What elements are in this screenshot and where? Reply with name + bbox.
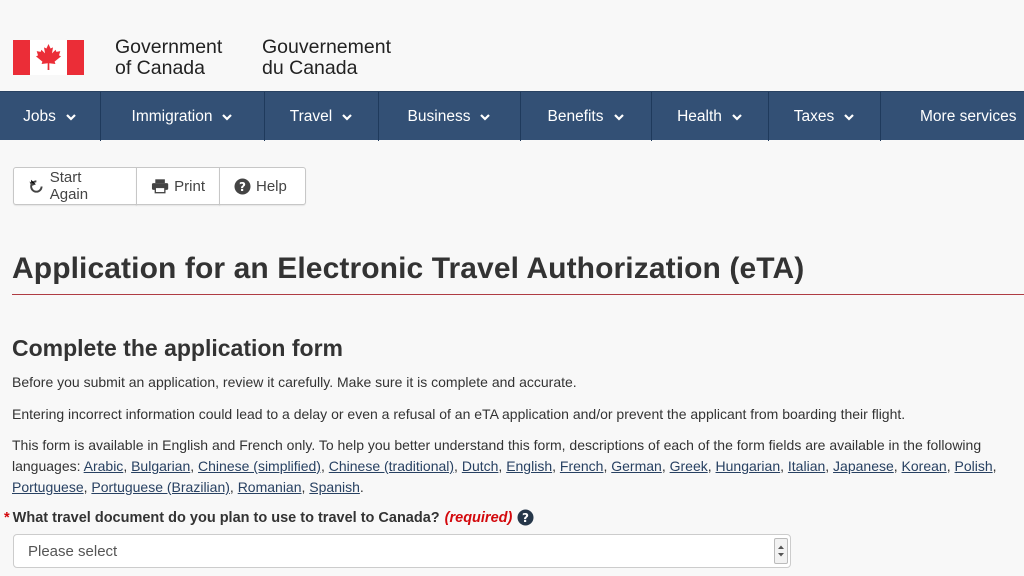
required-tag: (required) (444, 509, 513, 526)
refresh-icon (29, 179, 43, 193)
language-link-greek[interactable]: Greek (670, 458, 708, 474)
nav-item-label: Jobs (23, 107, 56, 125)
nav-item-travel[interactable]: Travel (265, 92, 379, 141)
question-text: What travel document do you plan to use … (12, 509, 440, 526)
section-heading: Complete the application form (12, 335, 343, 361)
start-again-button[interactable]: Start Again (13, 167, 137, 205)
language-link-english[interactable]: English (506, 458, 552, 474)
start-again-label: Start Again (49, 169, 89, 203)
printer-icon (151, 179, 169, 194)
language-link-dutch[interactable]: Dutch (462, 458, 499, 474)
language-link-chinese-simplified[interactable]: Chinese (simplified) (198, 458, 321, 474)
warning-paragraph: Entering incorrect information could lea… (12, 406, 906, 422)
nav-item-label: Immigration (131, 107, 213, 125)
help-button[interactable]: ? Help (219, 167, 306, 205)
nav-item-label: Benefits (547, 107, 604, 125)
nav-item-label: More services (920, 107, 1017, 125)
nav-item-business[interactable]: Business (379, 92, 521, 141)
help-label: Help (256, 177, 287, 195)
language-link-arabic[interactable]: Arabic (84, 458, 124, 474)
signature-fr-line2: du Canada (262, 57, 358, 79)
chevron-down-icon (480, 113, 491, 121)
chevron-down-icon (613, 113, 624, 121)
nav-item-label: Health (677, 107, 722, 125)
select-value: Please select (28, 542, 118, 560)
language-link-korean[interactable]: Korean (902, 458, 947, 474)
language-link-japanese[interactable]: Japanese (833, 458, 894, 474)
print-button[interactable]: Print (136, 167, 220, 205)
site-header: Government of Canada Gouvernement du Can… (0, 0, 1024, 91)
nav-item-immigration[interactable]: Immigration (101, 92, 265, 141)
nav-item-taxes[interactable]: Taxes (769, 92, 881, 141)
language-link-german[interactable]: German (611, 458, 662, 474)
nav-item-jobs[interactable]: Jobs (0, 92, 101, 141)
review-paragraph: Before you submit an application, review… (12, 374, 577, 390)
svg-text:?: ? (522, 511, 529, 525)
question-circle-icon: ? (234, 178, 251, 194)
languages-prefix: languages: (12, 458, 84, 474)
language-link-french[interactable]: French (560, 458, 604, 474)
nav-item-label: Business (407, 107, 471, 125)
nav-item-label: Taxes (793, 107, 835, 125)
travel-document-select[interactable]: Please select (13, 534, 791, 568)
language-link-polish[interactable]: Polish (954, 458, 992, 474)
main-nav: Jobs Immigration Travel Business Benefit… (0, 91, 1024, 141)
nav-item-health[interactable]: Health (652, 92, 769, 141)
language-link-bulgarian[interactable]: Bulgarian (131, 458, 190, 474)
signature-en-line2: of Canada (115, 57, 205, 79)
language-link-spanish[interactable]: Spanish (309, 479, 360, 495)
signature-en-line1: Government (115, 36, 223, 58)
languages-list: languages: Arabic, Bulgarian, Chinese (s… (12, 458, 997, 495)
required-asterisk: * (4, 509, 10, 526)
page-title: Application for an Electronic Travel Aut… (12, 252, 805, 285)
signature-fr-line1: Gouvernement (262, 36, 391, 58)
language-link-chinese-traditional[interactable]: Chinese (traditional) (329, 458, 454, 474)
chevron-down-icon (66, 113, 76, 121)
print-label: Print (174, 177, 205, 195)
nav-item-label: Travel (289, 107, 333, 125)
chevron-down-icon (222, 113, 233, 121)
government-signature-fr[interactable]: Gouvernement du Canada (262, 37, 391, 79)
language-info-paragraph: This form is available in English and Fr… (12, 437, 982, 453)
form-toolbar: Start Again Print ? Help (13, 167, 306, 205)
chevron-down-icon (732, 113, 742, 121)
svg-text:?: ? (239, 179, 246, 193)
language-link-italian[interactable]: Italian (788, 458, 825, 474)
government-signature-en[interactable]: Government of Canada (115, 37, 222, 79)
travel-document-label: * What travel document do you plan to us… (4, 509, 534, 526)
select-arrows-icon (774, 538, 788, 564)
question-circle-icon[interactable]: ? (517, 509, 534, 526)
title-divider (12, 294, 1024, 295)
chevron-down-icon (342, 113, 353, 121)
language-link-romanian[interactable]: Romanian (238, 479, 302, 495)
language-link-hungarian[interactable]: Hungarian (716, 458, 781, 474)
language-link-portuguese-brazilian[interactable]: Portuguese (Brazilian) (91, 479, 230, 495)
language-link-portuguese[interactable]: Portuguese (12, 479, 84, 495)
nav-item-benefits[interactable]: Benefits (521, 92, 652, 141)
chevron-down-icon (844, 113, 855, 121)
nav-item-more-services[interactable]: More services (881, 92, 1024, 141)
canada-flag-icon (13, 40, 84, 75)
